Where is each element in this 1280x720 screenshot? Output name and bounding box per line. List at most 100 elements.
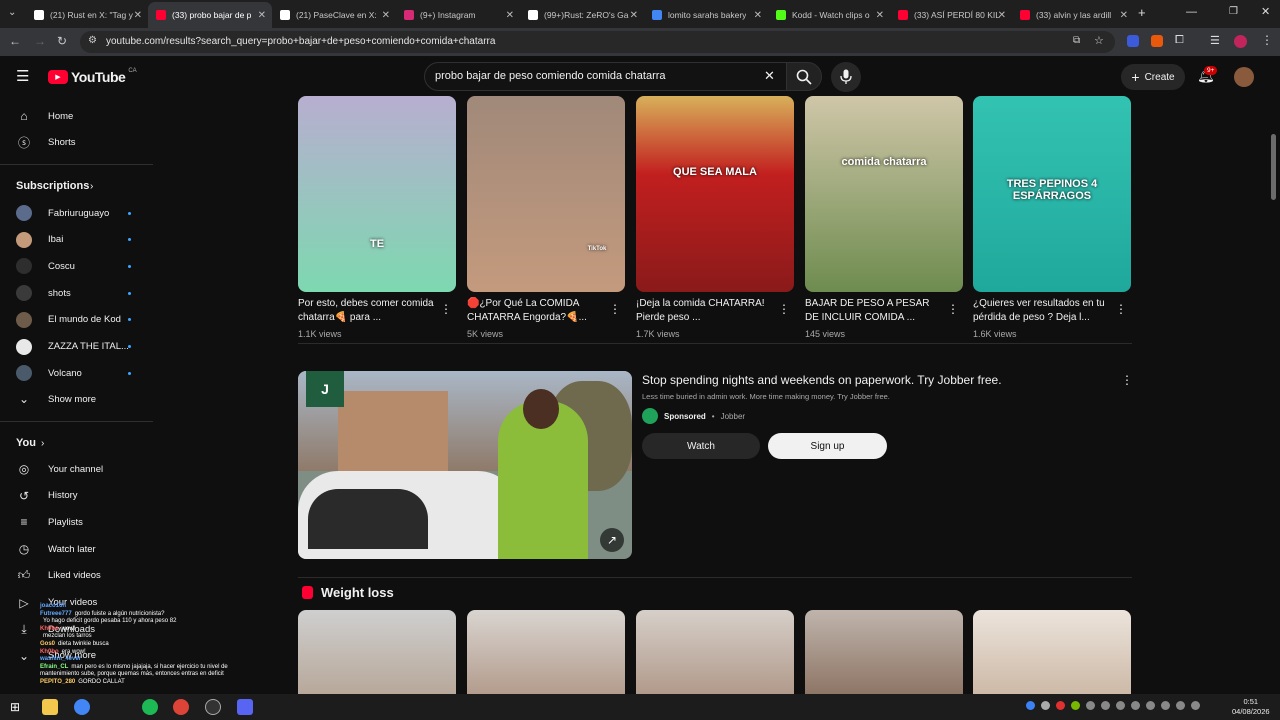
video-thumbnail[interactable]: TikTok: [467, 96, 625, 292]
sidebar-channel[interactable]: Ibai: [0, 227, 150, 253]
video-menu-icon[interactable]: ⋮: [1115, 302, 1127, 316]
extensions-puzzle-icon[interactable]: ⧠: [1175, 34, 1184, 47]
tab-close-icon[interactable]: ✕: [382, 10, 390, 21]
sidebar-show-more[interactable]: ⌄ Show more: [0, 386, 150, 412]
video-menu-icon[interactable]: ⋮: [778, 302, 790, 316]
tab-9[interactable]: (33) alvin y las ardill ✕: [1012, 4, 1134, 26]
video-thumbnail[interactable]: TRES PEPINOS 4 ESPÁRRAGOS: [973, 96, 1131, 292]
back-arrow-icon[interactable]: ←: [9, 34, 21, 48]
tray-icon[interactable]: [1191, 701, 1200, 710]
sidebar-item-shorts[interactable]: ⓢ Shorts: [0, 129, 150, 155]
video-thumbnail[interactable]: QUE SEA MALA: [636, 96, 794, 292]
tab-close-icon[interactable]: ✕: [754, 10, 762, 21]
tab-2[interactable]: (33) probo bajar de p ✕: [148, 2, 272, 28]
bookmark-star-icon[interactable]: ☆: [1094, 34, 1104, 47]
extension-shield-icon[interactable]: [1127, 35, 1139, 47]
tab-7[interactable]: Kodd - Watch clips o ✕: [768, 4, 890, 26]
tab-close-icon[interactable]: ✕: [630, 10, 638, 21]
windows-start-icon[interactable]: ⊞: [10, 700, 20, 714]
sidebar-channel[interactable]: Volcano: [0, 360, 150, 386]
account-avatar[interactable]: [1234, 67, 1254, 87]
sidebar-item-home[interactable]: ⌂ Home: [0, 103, 150, 129]
open-link-icon[interactable]: ↗: [600, 528, 624, 552]
ad-watch-button[interactable]: Watch: [642, 433, 760, 459]
browser-menu-icon[interactable]: ⋮: [1261, 33, 1273, 47]
tab-close-icon[interactable]: ✕: [998, 10, 1006, 21]
video-thumbnail[interactable]: TE: [298, 96, 456, 292]
sidebar-channel[interactable]: Fabriuruguayo: [0, 200, 150, 226]
short-thumbnail[interactable]: [973, 610, 1131, 694]
reload-icon[interactable]: ↻: [57, 34, 67, 48]
obs-taskbar-icon[interactable]: [205, 699, 221, 715]
search-button[interactable]: [786, 62, 822, 91]
create-button[interactable]: + Create: [1121, 64, 1185, 90]
tab-1[interactable]: (21) Rust en X: "Tag y ✕: [26, 4, 148, 26]
reading-list-icon[interactable]: ☰: [1210, 34, 1220, 47]
video-title[interactable]: ¿Quieres ver resultados en tu pérdida de…: [973, 297, 1113, 325]
video-menu-icon[interactable]: ⋮: [440, 302, 452, 316]
profile-avatar-icon[interactable]: [1234, 35, 1247, 48]
tab-close-icon[interactable]: ✕: [506, 10, 514, 21]
short-thumbnail[interactable]: [298, 610, 456, 694]
file-explorer-icon[interactable]: [42, 699, 58, 715]
site-info-icon[interactable]: ⚙: [88, 35, 97, 46]
you-heading[interactable]: You ›: [0, 430, 150, 456]
sidebar-you-item[interactable]: ◷ Watch later: [0, 536, 150, 562]
tray-icon[interactable]: [1101, 701, 1110, 710]
page-scrollbar[interactable]: [1271, 134, 1276, 200]
ad-title[interactable]: Stop spending nights and weekends on pap…: [642, 373, 1002, 387]
tab-close-icon[interactable]: ✕: [134, 10, 142, 21]
spotify-taskbar-icon[interactable]: [142, 699, 158, 715]
video-title[interactable]: BAJAR DE PESO A PESAR DE INCLUIR COMIDA …: [805, 297, 945, 325]
tray-icon[interactable]: [1116, 701, 1125, 710]
tab-3[interactable]: (21) PaseClave en X: ✕: [272, 4, 396, 26]
tab-6[interactable]: lomito sarahs bakery ✕: [644, 4, 768, 26]
sidebar-channel[interactable]: ZAZZA THE ITAL...: [0, 334, 150, 360]
sidebar-you-item[interactable]: ≡ Playlists: [0, 509, 150, 535]
chrome-taskbar-icon[interactable]: [74, 699, 90, 715]
restore-icon[interactable]: ❐: [1229, 6, 1238, 17]
discord-taskbar-icon[interactable]: [237, 699, 253, 715]
video-title[interactable]: Por esto, debes comer comida chatarra🍕 p…: [298, 297, 438, 325]
taskbar-clock[interactable]: 0:51 04/08/2026: [1232, 697, 1270, 717]
sidebar-you-item[interactable]: ◎ Your channel: [0, 456, 150, 482]
short-thumbnail[interactable]: [636, 610, 794, 694]
tab-8[interactable]: (33) ASÍ PERDÍ 80 KIL ✕: [890, 4, 1012, 26]
tab-close-icon[interactable]: ✕: [1120, 10, 1128, 21]
ad-menu-icon[interactable]: ⋮: [1121, 373, 1133, 387]
tray-icon[interactable]: [1026, 701, 1035, 710]
video-title[interactable]: 🛑¿Por Qué La COMIDA CHATARRA Engorda?🍕..…: [467, 297, 607, 325]
tray-icon[interactable]: [1041, 701, 1050, 710]
sidebar-you-item[interactable]: ↺ History: [0, 483, 150, 509]
extension-leaf-icon[interactable]: [1151, 35, 1163, 47]
tab-close-icon[interactable]: ✕: [258, 10, 266, 21]
search-input[interactable]: probo bajar de peso comiendo comida chat…: [424, 62, 787, 91]
short-thumbnail[interactable]: [805, 610, 963, 694]
tab-list-chevron-icon[interactable]: ⌄: [8, 7, 16, 18]
video-menu-icon[interactable]: ⋮: [609, 302, 621, 316]
tray-icon[interactable]: [1161, 701, 1170, 710]
ad-signup-button[interactable]: Sign up: [768, 433, 887, 459]
new-tab-plus-icon[interactable]: +: [1138, 5, 1146, 20]
install-app-icon[interactable]: ⧉: [1073, 35, 1080, 46]
video-title[interactable]: ¡Deja la comida CHATARRA! Pierde peso ..…: [636, 297, 776, 325]
chrome-active-taskbar-icon[interactable]: [173, 699, 189, 715]
video-thumbnail[interactable]: comida chatarra: [805, 96, 963, 292]
tray-icon[interactable]: [1176, 701, 1185, 710]
hamburger-menu-icon[interactable]: ☰: [16, 67, 29, 85]
tray-icon[interactable]: [1131, 701, 1140, 710]
tray-icon[interactable]: [1056, 701, 1065, 710]
video-menu-icon[interactable]: ⋮: [947, 302, 959, 316]
youtube-logo[interactable]: ▶ YouTube CA: [48, 68, 137, 85]
tab-close-icon[interactable]: ✕: [876, 10, 884, 21]
tray-icon[interactable]: [1071, 701, 1080, 710]
ad-thumbnail[interactable]: J ↗: [298, 371, 632, 559]
address-bar[interactable]: ⚙ youtube.com/results?search_query=probo…: [80, 31, 1115, 53]
sidebar-channel[interactable]: shots: [0, 280, 150, 306]
minimize-icon[interactable]: —: [1186, 6, 1197, 18]
tray-icon[interactable]: [1146, 701, 1155, 710]
subscriptions-heading[interactable]: Subscriptions ›: [0, 173, 150, 199]
clear-search-icon[interactable]: ✕: [764, 68, 775, 84]
tray-icon[interactable]: [1086, 701, 1095, 710]
sidebar-channel[interactable]: Coscu: [0, 253, 150, 279]
